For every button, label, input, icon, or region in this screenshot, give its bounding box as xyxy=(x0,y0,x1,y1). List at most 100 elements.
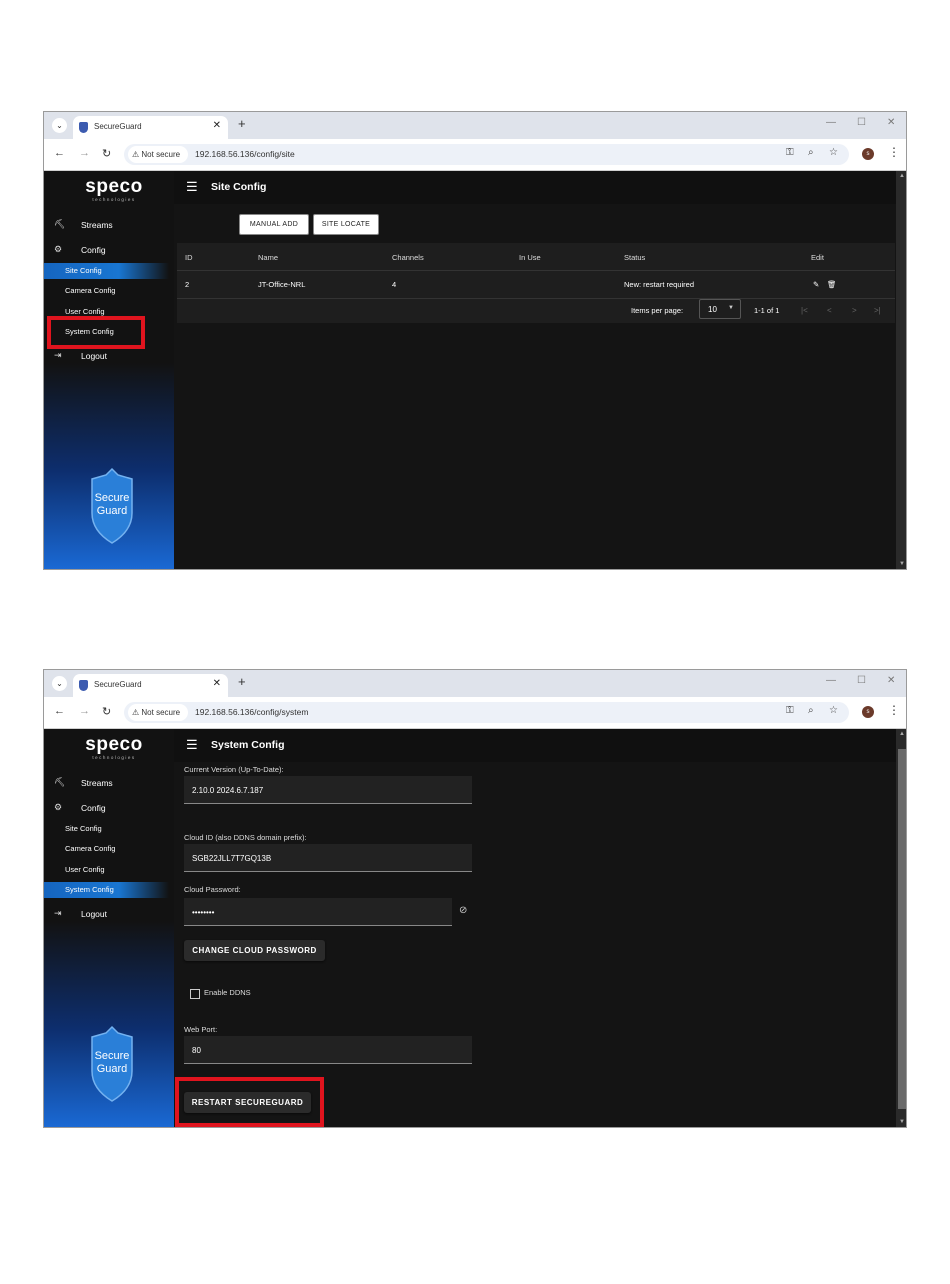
reload-icon[interactable]: ↻ xyxy=(102,147,111,160)
edit-pencil-icon[interactable]: ✎ xyxy=(813,280,819,289)
menu-kebab-icon[interactable]: ⋮ xyxy=(888,145,900,159)
scrollbar[interactable]: ▲ ▼ xyxy=(896,729,906,1127)
omnibox[interactable]: ⚠ Not secure 192.168.56.136/config/syste… xyxy=(124,702,849,723)
tab-strip: ⌄ SecureGuard ✕ + — ☐ ✕ xyxy=(44,112,906,139)
sidebar-item-label: Site Config xyxy=(65,266,102,275)
sidebar-item-streams[interactable]: ⛏ Streams xyxy=(44,216,174,234)
profile-avatar[interactable]: s xyxy=(862,148,874,160)
sidebar: speco technologies ⛏ Streams ⚙ Config Si… xyxy=(44,729,174,1127)
security-chip[interactable]: ⚠ Not secure xyxy=(128,704,188,721)
profile-avatar[interactable]: s xyxy=(862,706,874,718)
last-page-icon[interactable]: >| xyxy=(874,306,881,315)
hamburger-menu-icon[interactable]: ☰ xyxy=(186,179,198,195)
highlight-box-restart xyxy=(175,1077,324,1127)
browser-tab[interactable]: SecureGuard ✕ xyxy=(73,674,228,697)
column-header: Name xyxy=(258,253,279,262)
tab-close-icon[interactable]: ✕ xyxy=(213,120,221,131)
scroll-down-icon[interactable]: ▼ xyxy=(899,561,905,567)
new-tab-icon[interactable]: + xyxy=(238,674,246,689)
logout-icon: ⇥ xyxy=(54,350,62,360)
key-icon[interactable]: ⚿ xyxy=(786,705,794,716)
url-text[interactable]: 192.168.56.136/config/site xyxy=(195,149,295,159)
highlight-box-system-config xyxy=(47,316,145,349)
scrollbar-thumb[interactable] xyxy=(898,749,906,1109)
back-icon[interactable]: ← xyxy=(54,147,65,159)
sidebar-item-streams[interactable]: ⛏ Streams xyxy=(44,774,174,792)
sidebar-item-label: Camera Config xyxy=(65,286,116,295)
zoom-icon[interactable]: ⌕ xyxy=(808,147,814,158)
scrollbar[interactable]: ▲ ▼ xyxy=(896,171,906,569)
web-port-value: 80 xyxy=(192,1046,201,1055)
scroll-up-icon[interactable]: ▲ xyxy=(899,173,905,179)
web-port-field[interactable]: 80 xyxy=(184,1036,472,1064)
menu-kebab-icon[interactable]: ⋮ xyxy=(888,703,900,717)
tab-search-icon[interactable]: ⌄ xyxy=(52,676,67,691)
items-per-page-label: Items per page: xyxy=(631,306,684,315)
forward-icon[interactable]: → xyxy=(79,147,90,159)
next-page-icon[interactable]: > xyxy=(852,306,857,315)
cloud-id-field[interactable]: SGB22JLL7T7GQ13B xyxy=(184,844,472,872)
items-per-page-select[interactable]: 10 ▼ xyxy=(699,299,741,319)
speco-logo: speco technologies xyxy=(84,177,144,203)
sidebar-item-logout[interactable]: ⇥ Logout xyxy=(44,347,174,365)
cloud-password-field[interactable]: •••••••• xyxy=(184,898,452,926)
not-secure-label: Not secure xyxy=(141,708,181,717)
back-icon[interactable]: ← xyxy=(54,705,65,717)
dropdown-arrow-icon: ▼ xyxy=(728,305,734,311)
browser-tab[interactable]: SecureGuard ✕ xyxy=(73,116,228,139)
tab-close-icon[interactable]: ✕ xyxy=(213,678,221,689)
forward-icon[interactable]: → xyxy=(79,705,90,717)
main-content: ☰ Site Config MANUAL ADD SITE LOCATE ID … xyxy=(174,171,896,569)
sidebar-item-logout[interactable]: ⇥ Logout xyxy=(44,905,174,923)
sidebar-item-config[interactable]: ⚙ Config xyxy=(44,799,174,817)
scroll-down-icon[interactable]: ▼ xyxy=(899,1119,905,1125)
scroll-up-icon[interactable]: ▲ xyxy=(899,731,905,737)
cloud-id-value: SGB22JLL7T7GQ13B xyxy=(192,854,272,863)
secureguard-favicon-icon xyxy=(79,680,88,691)
sidebar-item-config[interactable]: ⚙ Config xyxy=(44,241,174,259)
maximize-icon[interactable]: ☐ xyxy=(857,675,866,686)
first-page-icon[interactable]: |< xyxy=(801,306,808,315)
page-title: System Config xyxy=(211,739,285,751)
change-cloud-password-button[interactable]: CHANGE CLOUD PASSWORD xyxy=(184,940,325,961)
tab-search-icon[interactable]: ⌄ xyxy=(52,118,67,133)
close-window-icon[interactable]: ✕ xyxy=(887,117,895,128)
url-text[interactable]: 192.168.56.136/config/system xyxy=(195,707,308,717)
zoom-icon[interactable]: ⌕ xyxy=(808,705,814,716)
sidebar-item-label: System Config xyxy=(65,885,114,894)
bookmark-star-icon[interactable]: ☆ xyxy=(829,147,838,158)
security-chip[interactable]: ⚠ Not secure xyxy=(128,146,188,163)
reload-icon[interactable]: ↻ xyxy=(102,705,111,718)
delete-trash-icon[interactable]: 🗑 xyxy=(827,280,837,289)
sidebar-item-site-config[interactable]: Site Config xyxy=(44,263,169,279)
sidebar-item-camera-config[interactable]: Camera Config xyxy=(44,283,169,299)
tab-title: SecureGuard xyxy=(94,122,142,131)
sidebar-item-system-config[interactable]: System Config xyxy=(44,882,169,898)
minimize-icon[interactable]: — xyxy=(826,117,836,128)
manual-add-button[interactable]: MANUAL ADD xyxy=(239,214,309,235)
new-tab-icon[interactable]: + xyxy=(238,116,246,131)
omnibox[interactable]: ⚠ Not secure 192.168.56.136/config/site … xyxy=(124,144,849,165)
maximize-icon[interactable]: ☐ xyxy=(857,117,866,128)
enable-ddns-label: Enable DDNS xyxy=(204,988,251,997)
enable-ddns-checkbox[interactable] xyxy=(190,989,200,999)
site-locate-button[interactable]: SITE LOCATE xyxy=(313,214,379,235)
minimize-icon[interactable]: — xyxy=(826,675,836,686)
close-window-icon[interactable]: ✕ xyxy=(887,675,895,686)
sidebar-item-site-config[interactable]: Site Config xyxy=(44,821,169,837)
cloud-password-label: Cloud Password: xyxy=(184,885,241,894)
table-cell-name: JT-Office-NRL xyxy=(258,280,306,289)
bookmark-star-icon[interactable]: ☆ xyxy=(829,705,838,716)
camera-icon: ⛏ xyxy=(54,777,66,787)
hamburger-menu-icon[interactable]: ☰ xyxy=(186,737,198,753)
visibility-off-eye-icon[interactable]: ⊘ xyxy=(459,905,467,916)
sidebar-item-camera-config[interactable]: Camera Config xyxy=(44,841,169,857)
key-icon[interactable]: ⚿ xyxy=(786,147,794,158)
logo-subtext: technologies xyxy=(92,755,136,760)
sidebar-item-label: Logout xyxy=(81,351,107,361)
gear-icon: ⚙ xyxy=(54,802,63,812)
prev-page-icon[interactable]: < xyxy=(827,306,832,315)
sidebar-item-user-config[interactable]: User Config xyxy=(44,862,169,878)
sidebar-item-label: User Config xyxy=(65,307,105,316)
not-secure-label: Not secure xyxy=(141,150,181,159)
